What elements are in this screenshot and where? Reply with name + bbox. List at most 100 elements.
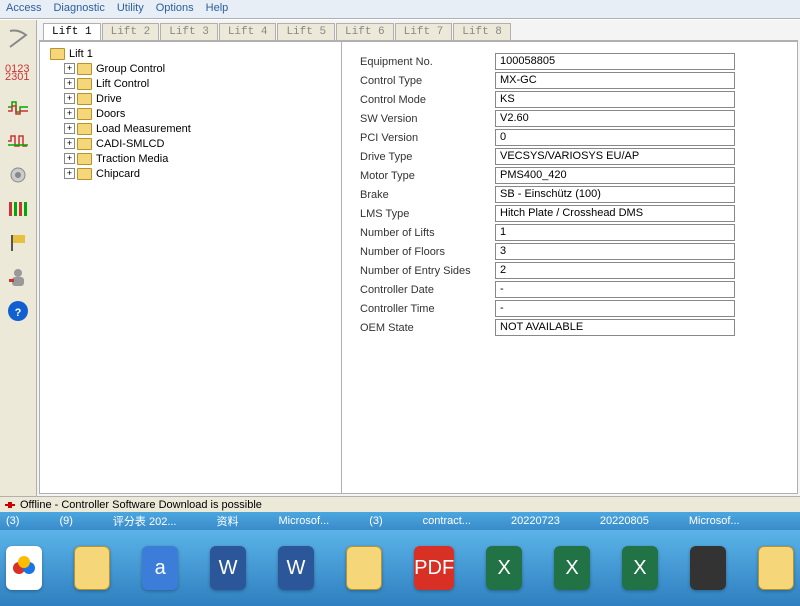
toolbar-icon-wave2[interactable] <box>3 126 33 156</box>
detail-label: PCI Version <box>360 132 495 144</box>
detail-label: SW Version <box>360 113 495 125</box>
taskbar-label[interactable]: (3) <box>369 515 382 527</box>
toolbar-icon-1[interactable] <box>3 24 33 54</box>
tree-root[interactable]: Lift 1 <box>42 46 339 61</box>
taskbar-excel-2[interactable]: X <box>554 546 590 590</box>
menu-diagnostic[interactable]: Diagnostic <box>53 2 104 16</box>
tree-item[interactable]: +Drive <box>42 91 339 106</box>
taskbar-pdf[interactable]: PDF <box>414 546 454 590</box>
toolbar-icon-person[interactable] <box>3 262 33 292</box>
main-area: Lift 1 Lift 2 Lift 3 Lift 4 Lift 5 Lift … <box>37 20 800 496</box>
detail-value: 1 <box>495 224 735 241</box>
taskbar-label[interactable]: 评分表 202... <box>113 513 177 529</box>
detail-value: VECSYS/VARIOSYS EU/AP <box>495 148 735 165</box>
taskbar-labels-row: (3) (9) 评分表 202... 资料 Microsof... (3) contract… <box>0 512 800 530</box>
taskbar-label[interactable]: Microsof... <box>689 515 740 527</box>
taskbar-label[interactable]: contract... <box>423 515 471 527</box>
tree-item[interactable]: + Traction Media <box>42 151 339 166</box>
taskbar-folder-1[interactable] <box>74 546 110 590</box>
expand-icon[interactable]: + <box>64 108 75 119</box>
menu-options[interactable]: Options <box>156 2 194 16</box>
detail-label: Equipment No. <box>360 56 495 68</box>
taskbar-label[interactable]: (3) <box>6 515 19 527</box>
expand-icon[interactable]: + <box>64 153 75 164</box>
details-panel: Equipment No.100058805Control TypeMX-GCC… <box>342 41 798 494</box>
tab-lift-6[interactable]: Lift 6 <box>336 23 394 40</box>
toolbar-icon-help[interactable]: ? <box>3 296 33 326</box>
folder-icon <box>77 123 92 135</box>
menu-access[interactable]: Access <box>6 2 41 16</box>
taskbar-folder-3[interactable] <box>758 546 794 590</box>
taskbar-dark[interactable] <box>690 546 726 590</box>
toolbar-icon-digits[interactable]: 01232301 <box>3 58 33 88</box>
folder-icon <box>77 78 92 90</box>
taskbar-word-1[interactable]: W <box>210 546 246 590</box>
taskbar-excel-1[interactable]: X <box>486 546 522 590</box>
detail-row: LMS TypeHitch Plate / Crosshead DMS <box>360 204 779 223</box>
detail-label: Drive Type <box>360 151 495 163</box>
tab-lift-2[interactable]: Lift 2 <box>102 23 160 40</box>
tree-item[interactable]: +CADI-SMLCD <box>42 136 339 151</box>
toolbar-icon-wave1[interactable] <box>3 92 33 122</box>
menu-help[interactable]: Help <box>206 2 229 16</box>
detail-value: 100058805 <box>495 53 735 70</box>
taskbar-folder-2[interactable] <box>346 546 382 590</box>
taskbar-label[interactable]: 20220805 <box>600 515 649 527</box>
taskbar-app-cloud[interactable] <box>6 546 42 590</box>
tab-lift-3[interactable]: Lift 3 <box>160 23 218 40</box>
svg-text:?: ? <box>15 307 22 319</box>
detail-row: Control ModeKS <box>360 90 779 109</box>
detail-row: OEM StateNOT AVAILABLE <box>360 318 779 337</box>
detail-value: V2.60 <box>495 110 735 127</box>
taskbar-label[interactable]: 资料 <box>216 513 238 529</box>
tab-lift-8[interactable]: Lift 8 <box>453 23 511 40</box>
expand-icon[interactable]: + <box>64 63 75 74</box>
taskbar-word-2[interactable]: W <box>278 546 314 590</box>
expand-icon[interactable]: + <box>64 93 75 104</box>
tab-lift-7[interactable]: Lift 7 <box>395 23 453 40</box>
app-body: 01232301 ? Lift 1 Lift 2 Lift 3 Lift 4 L… <box>0 19 800 496</box>
toolbar-icon-bars[interactable] <box>3 194 33 224</box>
expand-icon[interactable]: + <box>64 138 75 149</box>
detail-row: Control TypeMX-GC <box>360 71 779 90</box>
menu-utility[interactable]: Utility <box>117 2 144 16</box>
tree-item-label: Doors <box>96 108 125 120</box>
tree-item[interactable]: + Load Measurement <box>42 121 339 136</box>
taskbar-app-supplier[interactable]: a <box>142 546 178 590</box>
tree-item[interactable]: +Chipcard <box>42 166 339 181</box>
tab-lift-4[interactable]: Lift 4 <box>219 23 277 40</box>
folder-icon <box>50 48 65 60</box>
tree-item-label: Group Control <box>96 63 165 75</box>
detail-label: Number of Floors <box>360 246 495 258</box>
tab-lift-1[interactable]: Lift 1 <box>43 23 101 40</box>
tree-item[interactable]: +Lift Control <box>42 76 339 91</box>
detail-row: SW VersionV2.60 <box>360 109 779 128</box>
detail-row: BrakeSB - Einschütz (100) <box>360 185 779 204</box>
folder-icon <box>77 138 92 150</box>
toolbar-icon-gear[interactable] <box>3 160 33 190</box>
taskbar-label[interactable]: Microsof... <box>278 515 329 527</box>
expand-icon[interactable]: + <box>64 168 75 179</box>
tree-item-label: Traction Media <box>96 153 168 165</box>
tab-lift-5[interactable]: Lift 5 <box>277 23 335 40</box>
detail-value: KS <box>495 91 735 108</box>
detail-label: Control Mode <box>360 94 495 106</box>
tree-item[interactable]: + Doors <box>42 106 339 121</box>
detail-value: - <box>495 281 735 298</box>
detail-row: Controller Date - <box>360 280 779 299</box>
tree-item[interactable]: + Group Control <box>42 61 339 76</box>
taskbar-label[interactable]: 20220723 <box>511 515 560 527</box>
taskbar-label[interactable]: (9) <box>59 515 72 527</box>
folder-icon <box>77 108 92 120</box>
tree-item-label: Load Measurement <box>96 123 191 135</box>
expand-icon[interactable]: + <box>64 123 75 134</box>
expand-icon[interactable]: + <box>64 78 75 89</box>
status-offline-icon <box>4 499 16 511</box>
detail-value: NOT AVAILABLE <box>495 319 735 336</box>
detail-value: 3 <box>495 243 735 260</box>
detail-row: Number of Floors3 <box>360 242 779 261</box>
detail-row: Controller Time - <box>360 299 779 318</box>
taskbar-excel-3[interactable]: X <box>622 546 658 590</box>
statusbar: Offline - Controller Software Download i… <box>0 496 800 512</box>
toolbar-icon-flag[interactable] <box>3 228 33 258</box>
